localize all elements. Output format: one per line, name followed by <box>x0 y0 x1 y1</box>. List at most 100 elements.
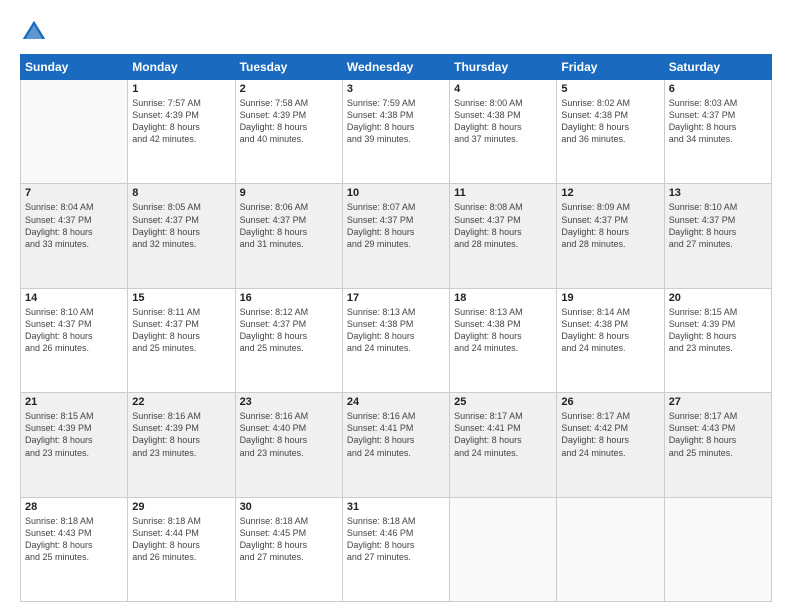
cell-info: Sunrise: 8:04 AM Sunset: 4:37 PM Dayligh… <box>25 201 123 250</box>
cell-info: Sunrise: 8:16 AM Sunset: 4:39 PM Dayligh… <box>132 410 230 459</box>
cell-info: Sunrise: 8:02 AM Sunset: 4:38 PM Dayligh… <box>561 97 659 146</box>
day-number: 29 <box>132 501 230 513</box>
day-number: 20 <box>669 292 767 304</box>
calendar-cell: 19Sunrise: 8:14 AM Sunset: 4:38 PM Dayli… <box>557 288 664 392</box>
day-number: 21 <box>25 396 123 408</box>
calendar-cell: 13Sunrise: 8:10 AM Sunset: 4:37 PM Dayli… <box>664 184 771 288</box>
page: SundayMondayTuesdayWednesdayThursdayFrid… <box>0 0 792 612</box>
day-number: 7 <box>25 187 123 199</box>
day-number: 28 <box>25 501 123 513</box>
calendar-cell: 1Sunrise: 7:57 AM Sunset: 4:39 PM Daylig… <box>128 80 235 184</box>
cell-info: Sunrise: 8:18 AM Sunset: 4:43 PM Dayligh… <box>25 515 123 564</box>
calendar-cell: 22 Sunrise: 8:16 AM Sunset: 4:39 PM Dayli… <box>128 393 235 497</box>
calendar-cell: 10Sunrise: 8:07 AM Sunset: 4:37 PM Dayli… <box>342 184 449 288</box>
day-header-row: SundayMondayTuesdayWednesdayThursdayFrid… <box>21 55 772 80</box>
day-number: 4 <box>454 83 552 95</box>
cell-info: Sunrise: 8:16 AM Sunset: 4:40 PM Dayligh… <box>240 410 338 459</box>
day-number: 14 <box>25 292 123 304</box>
cell-info: Sunrise: 8:16 AM Sunset: 4:41 PM Dayligh… <box>347 410 445 459</box>
cell-info: Sunrise: 8:18 AM Sunset: 4:46 PM Dayligh… <box>347 515 445 564</box>
calendar-cell: 3 Sunrise: 7:59 AM Sunset: 4:38 PM Daylig… <box>342 80 449 184</box>
calendar-cell: 20 Sunrise: 8:15 AM Sunset: 4:39 PM Dayli… <box>664 288 771 392</box>
day-number: 2 <box>240 83 338 95</box>
cell-info: Sunrise: 8:08 AM Sunset: 4:37 PM Dayligh… <box>454 201 552 250</box>
cell-info: Sunrise: 8:12 AM Sunset: 4:37 PM Dayligh… <box>240 306 338 355</box>
calendar-cell: 11 Sunrise: 8:08 AM Sunset: 4:37 PM Dayli… <box>450 184 557 288</box>
day-number: 26 <box>561 396 659 408</box>
cell-info: Sunrise: 7:58 AM Sunset: 4:39 PM Dayligh… <box>240 97 338 146</box>
calendar-body: 1Sunrise: 7:57 AM Sunset: 4:39 PM Daylig… <box>21 80 772 602</box>
day-number: 30 <box>240 501 338 513</box>
week-row: 1Sunrise: 7:57 AM Sunset: 4:39 PM Daylig… <box>21 80 772 184</box>
calendar-cell: 27 Sunrise: 8:17 AM Sunset: 4:43 PM Dayli… <box>664 393 771 497</box>
calendar-cell: 17 Sunrise: 8:13 AM Sunset: 4:38 PM Dayli… <box>342 288 449 392</box>
calendar-cell <box>664 497 771 601</box>
day-number: 25 <box>454 396 552 408</box>
week-row: 7 Sunrise: 8:04 AM Sunset: 4:37 PM Daylig… <box>21 184 772 288</box>
calendar-cell <box>450 497 557 601</box>
cell-info: Sunrise: 8:09 AM Sunset: 4:37 PM Dayligh… <box>561 201 659 250</box>
calendar-header: SundayMondayTuesdayWednesdayThursdayFrid… <box>21 55 772 80</box>
day-number: 9 <box>240 187 338 199</box>
day-header-friday: Friday <box>557 55 664 80</box>
day-number: 17 <box>347 292 445 304</box>
day-number: 15 <box>132 292 230 304</box>
header <box>20 18 772 46</box>
day-number: 27 <box>669 396 767 408</box>
cell-info: Sunrise: 7:59 AM Sunset: 4:38 PM Dayligh… <box>347 97 445 146</box>
day-number: 13 <box>669 187 767 199</box>
calendar-cell <box>557 497 664 601</box>
cell-info: Sunrise: 8:05 AM Sunset: 4:37 PM Dayligh… <box>132 201 230 250</box>
cell-info: Sunrise: 8:11 AM Sunset: 4:37 PM Dayligh… <box>132 306 230 355</box>
day-number: 3 <box>347 83 445 95</box>
calendar-cell: 14 Sunrise: 8:10 AM Sunset: 4:37 PM Dayli… <box>21 288 128 392</box>
calendar-cell: 16Sunrise: 8:12 AM Sunset: 4:37 PM Dayli… <box>235 288 342 392</box>
day-header-tuesday: Tuesday <box>235 55 342 80</box>
calendar-cell: 30Sunrise: 8:18 AM Sunset: 4:45 PM Dayli… <box>235 497 342 601</box>
day-number: 6 <box>669 83 767 95</box>
calendar-cell: 21 Sunrise: 8:15 AM Sunset: 4:39 PM Dayli… <box>21 393 128 497</box>
cell-info: Sunrise: 8:13 AM Sunset: 4:38 PM Dayligh… <box>454 306 552 355</box>
cell-info: Sunrise: 8:18 AM Sunset: 4:44 PM Dayligh… <box>132 515 230 564</box>
calendar-cell: 23 Sunrise: 8:16 AM Sunset: 4:40 PM Dayli… <box>235 393 342 497</box>
cell-info: Sunrise: 8:17 AM Sunset: 4:41 PM Dayligh… <box>454 410 552 459</box>
logo <box>20 18 52 46</box>
day-header-saturday: Saturday <box>664 55 771 80</box>
calendar-cell: 18Sunrise: 8:13 AM Sunset: 4:38 PM Dayli… <box>450 288 557 392</box>
calendar-table: SundayMondayTuesdayWednesdayThursdayFrid… <box>20 54 772 602</box>
cell-info: Sunrise: 8:14 AM Sunset: 4:38 PM Dayligh… <box>561 306 659 355</box>
calendar-cell: 24Sunrise: 8:16 AM Sunset: 4:41 PM Dayli… <box>342 393 449 497</box>
cell-info: Sunrise: 8:15 AM Sunset: 4:39 PM Dayligh… <box>25 410 123 459</box>
day-header-thursday: Thursday <box>450 55 557 80</box>
cell-info: Sunrise: 8:17 AM Sunset: 4:42 PM Dayligh… <box>561 410 659 459</box>
cell-info: Sunrise: 7:57 AM Sunset: 4:39 PM Dayligh… <box>132 97 230 146</box>
calendar-cell: 15 Sunrise: 8:11 AM Sunset: 4:37 PM Dayli… <box>128 288 235 392</box>
cell-info: Sunrise: 8:06 AM Sunset: 4:37 PM Dayligh… <box>240 201 338 250</box>
cell-info: Sunrise: 8:13 AM Sunset: 4:38 PM Dayligh… <box>347 306 445 355</box>
cell-info: Sunrise: 8:00 AM Sunset: 4:38 PM Dayligh… <box>454 97 552 146</box>
cell-info: Sunrise: 8:17 AM Sunset: 4:43 PM Dayligh… <box>669 410 767 459</box>
calendar-cell: 5 Sunrise: 8:02 AM Sunset: 4:38 PM Daylig… <box>557 80 664 184</box>
calendar-cell: 29 Sunrise: 8:18 AM Sunset: 4:44 PM Dayli… <box>128 497 235 601</box>
week-row: 14 Sunrise: 8:10 AM Sunset: 4:37 PM Dayli… <box>21 288 772 392</box>
day-number: 22 <box>132 396 230 408</box>
day-number: 23 <box>240 396 338 408</box>
day-header-sunday: Sunday <box>21 55 128 80</box>
calendar-cell: 12 Sunrise: 8:09 AM Sunset: 4:37 PM Dayli… <box>557 184 664 288</box>
cell-info: Sunrise: 8:03 AM Sunset: 4:37 PM Dayligh… <box>669 97 767 146</box>
cell-info: Sunrise: 8:15 AM Sunset: 4:39 PM Dayligh… <box>669 306 767 355</box>
day-number: 8 <box>132 187 230 199</box>
calendar-cell: 2 Sunrise: 7:58 AM Sunset: 4:39 PM Daylig… <box>235 80 342 184</box>
calendar-cell <box>21 80 128 184</box>
cell-info: Sunrise: 8:10 AM Sunset: 4:37 PM Dayligh… <box>25 306 123 355</box>
day-number: 11 <box>454 187 552 199</box>
calendar-cell: 4 Sunrise: 8:00 AM Sunset: 4:38 PM Daylig… <box>450 80 557 184</box>
calendar-cell: 8 Sunrise: 8:05 AM Sunset: 4:37 PM Daylig… <box>128 184 235 288</box>
day-header-monday: Monday <box>128 55 235 80</box>
day-number: 5 <box>561 83 659 95</box>
week-row: 21 Sunrise: 8:15 AM Sunset: 4:39 PM Dayli… <box>21 393 772 497</box>
cell-info: Sunrise: 8:07 AM Sunset: 4:37 PM Dayligh… <box>347 201 445 250</box>
week-row: 28 Sunrise: 8:18 AM Sunset: 4:43 PM Dayli… <box>21 497 772 601</box>
calendar-cell: 28 Sunrise: 8:18 AM Sunset: 4:43 PM Dayli… <box>21 497 128 601</box>
day-number: 12 <box>561 187 659 199</box>
